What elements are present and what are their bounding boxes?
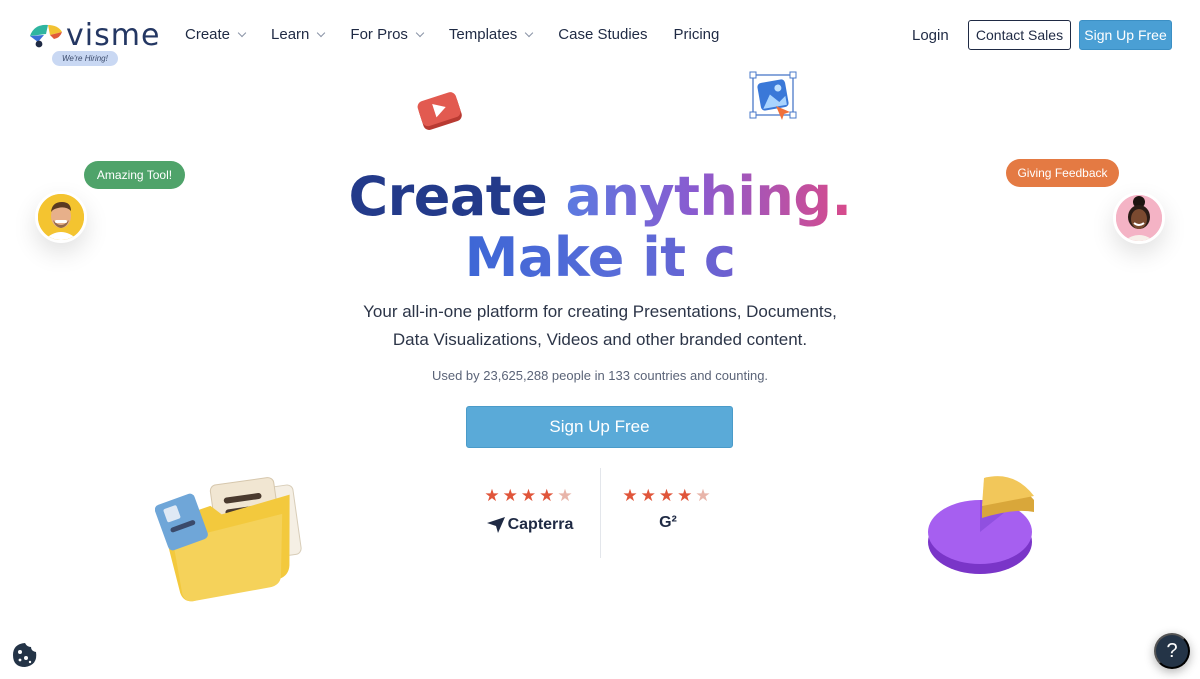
capterra-rating[interactable]: ★★★★★ Capterra — [480, 486, 580, 534]
top-nav: visme We're Hiring! Create Learn For Pro… — [0, 0, 1200, 72]
folder-documents-icon — [155, 477, 302, 602]
rating-stars: ★★★★★ — [618, 486, 718, 506]
half-star-icon: ★ — [557, 486, 576, 505]
nav-item-label: Case Studies — [558, 26, 648, 43]
chevron-down-icon — [415, 28, 425, 37]
rating-stars-full: ★★★★ — [622, 486, 696, 505]
capterra-arrow-icon — [486, 517, 505, 533]
signup-cta-button[interactable]: Sign Up Free — [466, 406, 733, 448]
capterra-label: Capterra — [507, 516, 574, 533]
contact-sales-button[interactable]: Contact Sales — [968, 20, 1071, 50]
hero-subtitle: Your all-in-one platform for creating Pr… — [0, 298, 1200, 354]
logo-text: visme — [66, 18, 161, 53]
rating-stars: ★★★★★ — [480, 486, 580, 506]
hero-headline-line1: Create anything. — [0, 165, 1200, 228]
nav-item-create[interactable]: Create — [185, 26, 247, 43]
main-menu: Create Learn For Pros Templates Case Stu… — [185, 26, 745, 43]
capterra-logo: Capterra — [480, 516, 580, 534]
chevron-down-icon — [525, 28, 534, 37]
hero-headline-line2: Make it c — [0, 226, 1200, 289]
nav-item-pricing[interactable]: Pricing — [674, 26, 720, 43]
half-star-icon: ★ — [695, 486, 714, 505]
help-button[interactable]: ? — [1154, 633, 1190, 669]
g2-rating[interactable]: ★★★★★ G² — [618, 486, 718, 532]
nav-item-learn[interactable]: Learn — [271, 26, 326, 43]
pie-chart-3d-icon — [928, 476, 1034, 574]
rating-stars-full: ★★★★ — [484, 486, 558, 505]
hiring-badge[interactable]: We're Hiring! — [52, 51, 118, 66]
video-play-icon — [417, 92, 462, 130]
nav-item-label: Learn — [271, 26, 310, 43]
nav-item-case-studies[interactable]: Case Studies — [558, 26, 647, 43]
rating-divider — [600, 468, 601, 558]
signup-button-header[interactable]: Sign Up Free — [1079, 20, 1172, 50]
headline-make-it: Make it c — [464, 226, 736, 289]
headline-anything: anything. — [565, 165, 852, 228]
nav-item-label: For Pros — [350, 26, 408, 43]
chevron-down-icon — [237, 28, 247, 37]
nav-item-label: Pricing — [673, 26, 720, 43]
chevron-down-icon — [317, 28, 326, 37]
hero-subtitle-line1: Your all-in-one platform for creating Pr… — [363, 302, 837, 321]
nav-item-label: Templates — [448, 26, 518, 43]
cookie-icon[interactable] — [11, 641, 39, 669]
usage-stats: Used by 23,625,288 people in 133 countri… — [431, 368, 769, 383]
visme-logo[interactable]: visme We're Hiring! — [28, 18, 161, 66]
headline-create: Create — [348, 165, 566, 228]
nav-item-for-pros[interactable]: For Pros — [350, 26, 425, 43]
nav-item-label: Create — [185, 26, 231, 43]
logo-mark-icon — [30, 24, 62, 48]
image-select-icon — [749, 71, 797, 120]
hero-subtitle-line2: Data Visualizations, Videos and other br… — [392, 330, 808, 349]
login-link[interactable]: Login — [912, 27, 949, 44]
nav-item-templates[interactable]: Templates — [448, 26, 534, 43]
g2-logo: G² — [659, 514, 677, 531]
